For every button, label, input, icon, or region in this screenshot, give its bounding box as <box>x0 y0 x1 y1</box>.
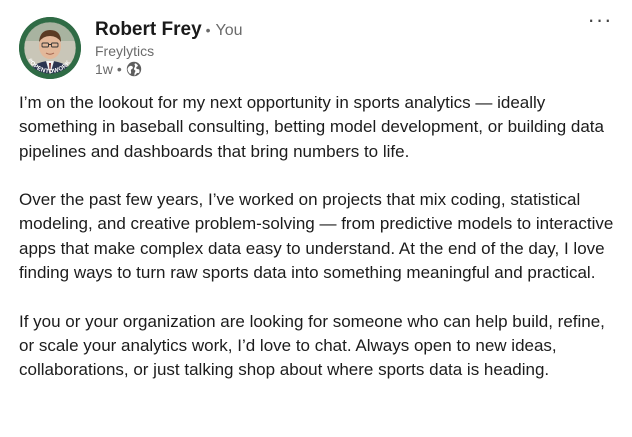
post-meta: 1w • <box>95 61 142 77</box>
post-time[interactable]: 1w <box>95 61 113 77</box>
author-headline: Freylytics <box>95 43 155 59</box>
feed-post: #OPENTOWORK Robert Frey • You Freylytics… <box>0 0 632 437</box>
you-separator: • <box>205 22 211 38</box>
you-label: You <box>215 22 243 39</box>
post-paragraph: I’m on the lookout for my next opportuni… <box>19 93 604 161</box>
post-paragraph: If you or your organization are looking … <box>19 311 605 380</box>
more-options-button[interactable]: ··· <box>584 9 616 36</box>
meta-separator: • <box>116 61 122 77</box>
post-body: I’m on the lookout for my next opportuni… <box>19 91 619 407</box>
avatar[interactable]: #OPENTOWORK <box>19 17 81 79</box>
post-paragraph: Over the past few years, I’ve worked on … <box>19 190 614 283</box>
author-name[interactable]: Robert Frey <box>95 19 202 41</box>
avatar-photo: #OPENTOWORK <box>19 17 81 79</box>
author-name-row: Robert Frey • You <box>95 19 243 41</box>
globe-icon <box>126 61 142 77</box>
